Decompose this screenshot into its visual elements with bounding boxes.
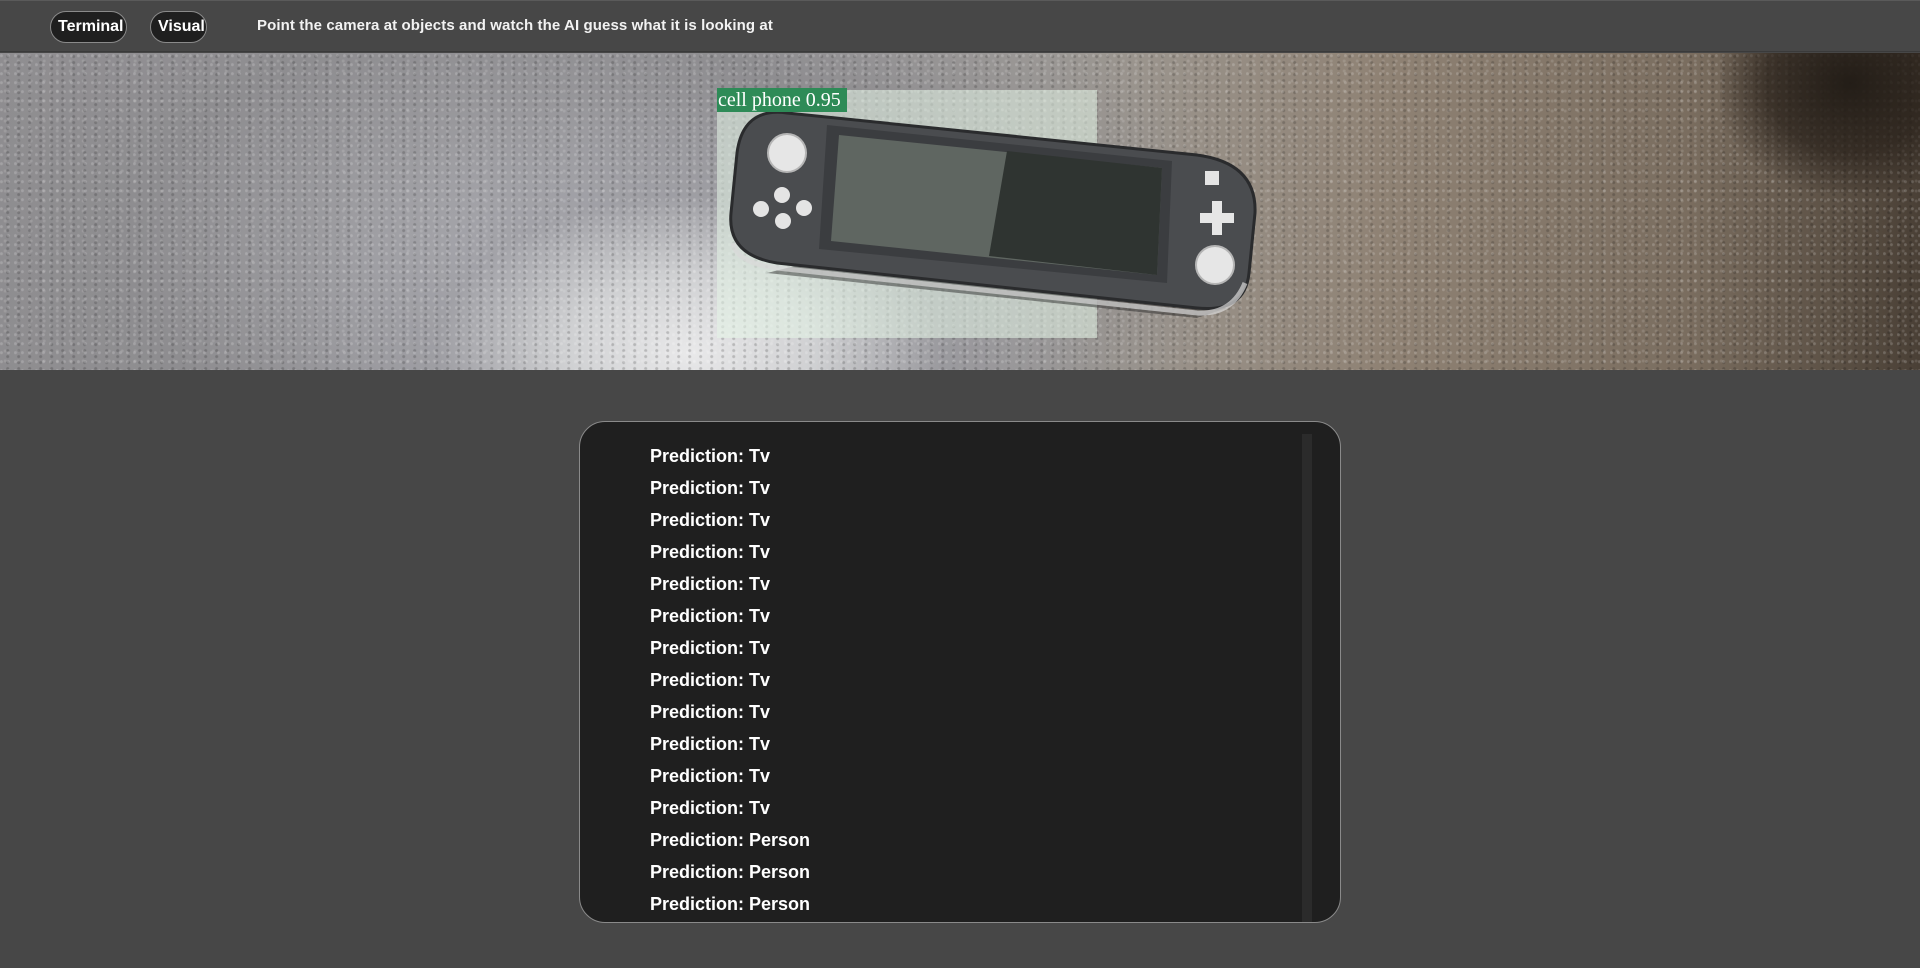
detection-label: cell phone 0.95 [717, 88, 847, 112]
prediction-log-item: Prediction: Person [650, 862, 811, 882]
log-scrollbar[interactable] [1302, 434, 1312, 922]
prediction-log-item: Prediction: Tv [650, 766, 771, 786]
camera-feed: cell phone 0.95 [0, 53, 1920, 370]
prediction-log-item: Prediction: Tv [650, 478, 771, 498]
prediction-log-item: Prediction: Tv [650, 606, 771, 626]
prediction-log-item: Prediction: Tv [650, 670, 771, 690]
prediction-log-item: Prediction: Tv [650, 542, 771, 562]
prediction-log-list: Prediction: Tv Prediction: Tv Prediction: … [580, 422, 1302, 922]
corner-shadow [1720, 53, 1920, 193]
visual-tab-button[interactable]: Visual [150, 11, 207, 43]
prediction-log-item: Prediction: Tv [650, 702, 771, 722]
log-scrollbar-thumb[interactable] [1302, 434, 1312, 922]
top-bar: Terminal Visual Point the camera at obje… [0, 0, 1920, 52]
prediction-log-panel[interactable]: Prediction: Tv Prediction: Tv Prediction: … [579, 421, 1341, 923]
prediction-log-item: Prediction: Tv [650, 734, 771, 754]
prediction-log-item: Prediction: Person [650, 894, 811, 914]
terminal-tab-button[interactable]: Terminal [50, 11, 127, 43]
prediction-log-item: Prediction: Tv [650, 574, 771, 594]
handheld-console-image [727, 103, 1267, 323]
prediction-log-item: Prediction: Tv [650, 446, 771, 466]
prediction-log-item: Prediction: Tv [650, 638, 771, 658]
instructions-text: Point the camera at objects and watch th… [257, 17, 773, 34]
prediction-log-item: Prediction: Tv [650, 798, 771, 818]
prediction-log-item: Prediction: Tv [650, 510, 771, 530]
prediction-log-item: Prediction: Person [650, 830, 811, 850]
